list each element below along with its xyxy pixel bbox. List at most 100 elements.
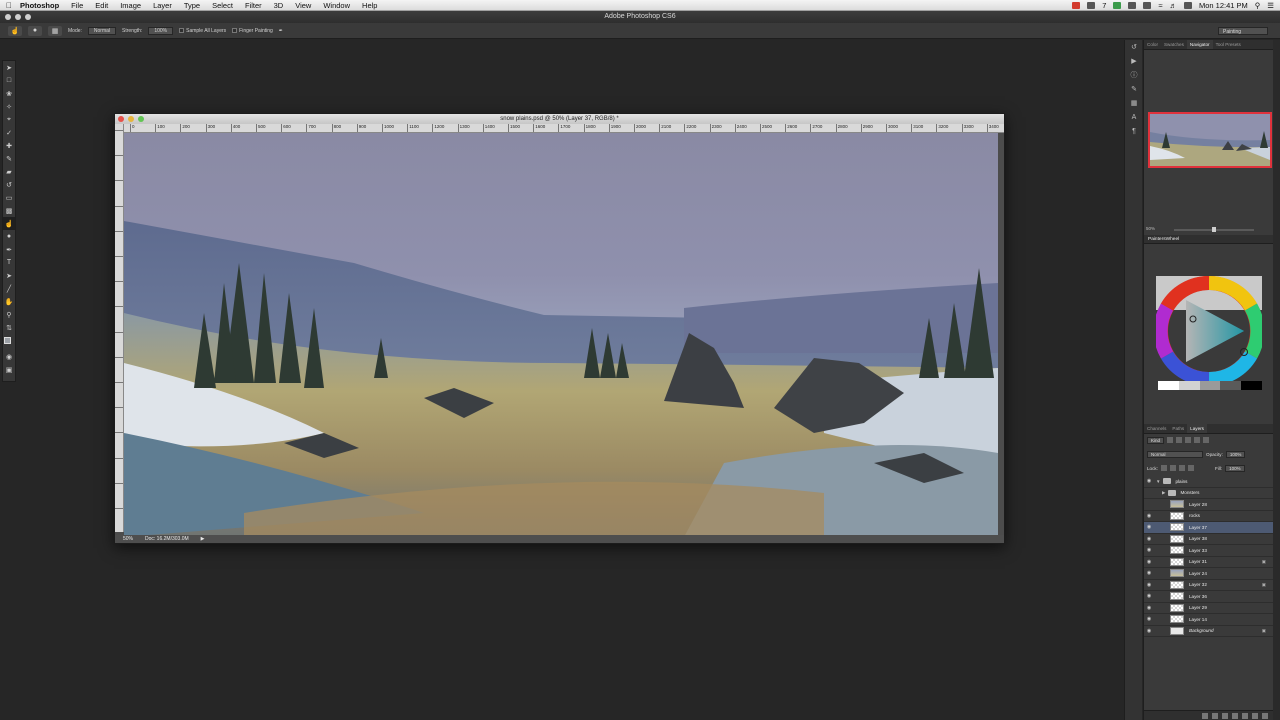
delete-layer-icon[interactable] <box>1262 712 1268 719</box>
move-tool-icon[interactable]: ➤ <box>3 61 15 74</box>
status-menu-arrow-icon[interactable]: ▶ <box>201 535 205 543</box>
layer-row[interactable]: ◉ Layer 14 <box>1144 614 1274 626</box>
horizontal-ruler[interactable]: 0 100 200 300 400 500 600 700 800 900 1000 1100 1200… <box>124 124 1004 133</box>
zoom-tool-icon[interactable]: ⚲ <box>3 308 15 321</box>
filter-adjustment-icon[interactable] <box>1176 437 1183 443</box>
character-panel-icon[interactable]: A <box>1127 112 1141 124</box>
smudge-tool-icon[interactable]: ☝ <box>3 217 15 230</box>
doc-minimize-button[interactable] <box>128 116 134 122</box>
window-minimize-button[interactable] <box>15 14 21 20</box>
opacity-input[interactable]: 100% <box>1225 450 1246 458</box>
eraser-tool-icon[interactable]: ▭ <box>3 191 15 204</box>
layer-name[interactable]: Layer 33 <box>1189 548 1207 553</box>
layer-row[interactable]: ◉ Layer 38 <box>1144 534 1274 545</box>
menu-3d[interactable]: 3D <box>274 1 284 10</box>
tab-swatches[interactable]: Swatches <box>1161 40 1187 49</box>
visibility-eye-icon[interactable]: ◉ <box>1144 593 1154 599</box>
smudge-tool-preset-icon[interactable]: ☝ <box>8 25 22 36</box>
brush-presets-icon[interactable]: ✎ <box>1127 84 1141 96</box>
path-select-tool-icon[interactable]: ➤ <box>3 269 15 282</box>
swap-colors-icon[interactable]: ⇅ <box>3 321 15 334</box>
layer-name[interactable]: Background <box>1189 628 1214 633</box>
zoom-level[interactable]: 50% <box>123 535 133 543</box>
layer-row[interactable]: ◉ Layer 37 <box>1144 522 1274 534</box>
new-layer-icon[interactable] <box>1252 712 1258 719</box>
tab-layers[interactable]: Layers <box>1187 424 1207 433</box>
filter-smart-object-icon[interactable] <box>1203 437 1210 443</box>
finger-painting-checkbox[interactable]: Finger Painting <box>232 28 273 34</box>
tray-app-icon[interactable] <box>1072 2 1081 9</box>
visibility-eye-icon[interactable]: ◉ <box>1144 547 1154 553</box>
crop-tool-icon[interactable]: ⌖ <box>3 113 15 126</box>
adjustment-layer-icon[interactable] <box>1232 712 1238 719</box>
painters-wheel-title[interactable]: PaintersWheel <box>1148 237 1179 242</box>
spotlight-search-icon[interactable]: ⚲ <box>1255 1 1261 10</box>
lock-all-icon[interactable] <box>1187 465 1194 471</box>
clone-stamp-tool-icon[interactable]: ▰ <box>3 165 15 178</box>
color-swatches[interactable] <box>3 336 15 350</box>
visibility-eye-icon[interactable]: ◉ <box>1144 605 1154 611</box>
brush-tool-icon[interactable]: ✎ <box>3 152 15 165</box>
clock-text[interactable]: Mon 12:41 PM <box>1199 1 1248 10</box>
layer-name[interactable]: Layer 14 <box>1189 617 1207 622</box>
brush-panel-toggle-icon[interactable]: ▦ <box>48 25 62 36</box>
menu-window[interactable]: Window <box>323 1 350 10</box>
layer-name[interactable]: Layer 29 <box>1189 605 1207 610</box>
menu-help[interactable]: Help <box>362 1 377 10</box>
navigator-zoom-value[interactable]: 50% <box>1146 226 1155 231</box>
paragraph-panel-icon[interactable]: ¶ <box>1127 126 1141 138</box>
battery-icon[interactable] <box>1183 2 1192 9</box>
layer-row[interactable]: ◉ rocks <box>1144 511 1274 522</box>
layer-row[interactable]: ◉ ▼ plains <box>1144 476 1274 488</box>
visibility-eye-icon[interactable]: ◉ <box>1144 616 1154 622</box>
notification-center-icon[interactable]: ☰ <box>1267 1 1274 10</box>
tab-navigator[interactable]: Navigator <box>1186 40 1213 49</box>
foreground-color-swatch[interactable] <box>4 337 11 344</box>
layer-row[interactable]: ◉ Layer 36 <box>1144 591 1274 603</box>
filter-shape-icon[interactable] <box>1194 437 1201 443</box>
eyedropper-tool-icon[interactable]: ✓ <box>3 126 15 139</box>
tab-channels[interactable]: Channels <box>1144 424 1169 433</box>
layer-row[interactable]: ▶ Monsters <box>1144 488 1274 499</box>
layer-row[interactable]: ◉ Layer 33 <box>1144 545 1274 557</box>
layer-row[interactable]: ◉ Layer 24 <box>1144 568 1274 580</box>
color-wheel-graphic[interactable] <box>1153 275 1265 387</box>
visibility-eye-icon[interactable]: ◉ <box>1144 559 1154 565</box>
visibility-eye-icon[interactable]: ◉ <box>1144 570 1154 576</box>
link-layers-icon[interactable] <box>1202 712 1208 719</box>
layer-row[interactable]: ◉ Layer 32 ▣ <box>1144 580 1274 591</box>
window-zoom-button[interactable] <box>25 14 31 20</box>
layer-row[interactable]: Layer 28 <box>1144 499 1274 511</box>
painting-snow-plains[interactable] <box>124 133 998 537</box>
visibility-eye-icon[interactable]: ◉ <box>1144 478 1154 484</box>
menu-edit[interactable]: Edit <box>95 1 108 10</box>
marquee-tool-icon[interactable]: □ <box>3 74 15 87</box>
volume-icon[interactable]: ♬ <box>1169 1 1177 10</box>
layer-name[interactable]: rocks <box>1189 513 1200 518</box>
document-titlebar[interactable]: snow plains.psd @ 50% (Layer 37, RGB/8) … <box>115 114 1004 124</box>
layer-name[interactable]: Layer 31 <box>1189 559 1207 564</box>
lock-pixels-icon[interactable] <box>1169 465 1176 471</box>
menu-select[interactable]: Select <box>212 1 233 10</box>
layer-kind-filter[interactable]: Kind <box>1147 436 1165 444</box>
add-mask-icon[interactable] <box>1222 712 1228 719</box>
filter-pixel-icon[interactable] <box>1167 437 1174 443</box>
menu-type[interactable]: Type <box>184 1 200 10</box>
pen-tool-icon[interactable]: ✒ <box>3 243 15 256</box>
visibility-eye-icon[interactable]: ◉ <box>1144 582 1154 588</box>
brush-panel-icon[interactable]: ▦ <box>1127 98 1141 110</box>
dodge-tool-icon[interactable]: ● <box>3 230 15 243</box>
apple-icon[interactable]:  <box>6 1 12 10</box>
quick-select-tool-icon[interactable]: ✧ <box>3 100 15 113</box>
gray-swatch-dark[interactable] <box>1220 381 1242 390</box>
strength-input[interactable]: 100% <box>148 26 174 35</box>
menu-filter[interactable]: Filter <box>245 1 262 10</box>
tray-bluetooth-icon[interactable] <box>1143 2 1152 9</box>
sample-all-layers-checkbox[interactable]: Sample All Layers <box>179 28 226 34</box>
healing-brush-tool-icon[interactable]: ✚ <box>3 139 15 152</box>
layer-name[interactable]: Layer 36 <box>1189 594 1207 599</box>
visibility-eye-icon[interactable]: ◉ <box>1144 536 1154 542</box>
color-wheel[interactable] <box>1153 275 1265 387</box>
visibility-eye-icon[interactable]: ◉ <box>1144 628 1154 634</box>
blend-mode-select[interactable]: Normal <box>1147 450 1203 458</box>
